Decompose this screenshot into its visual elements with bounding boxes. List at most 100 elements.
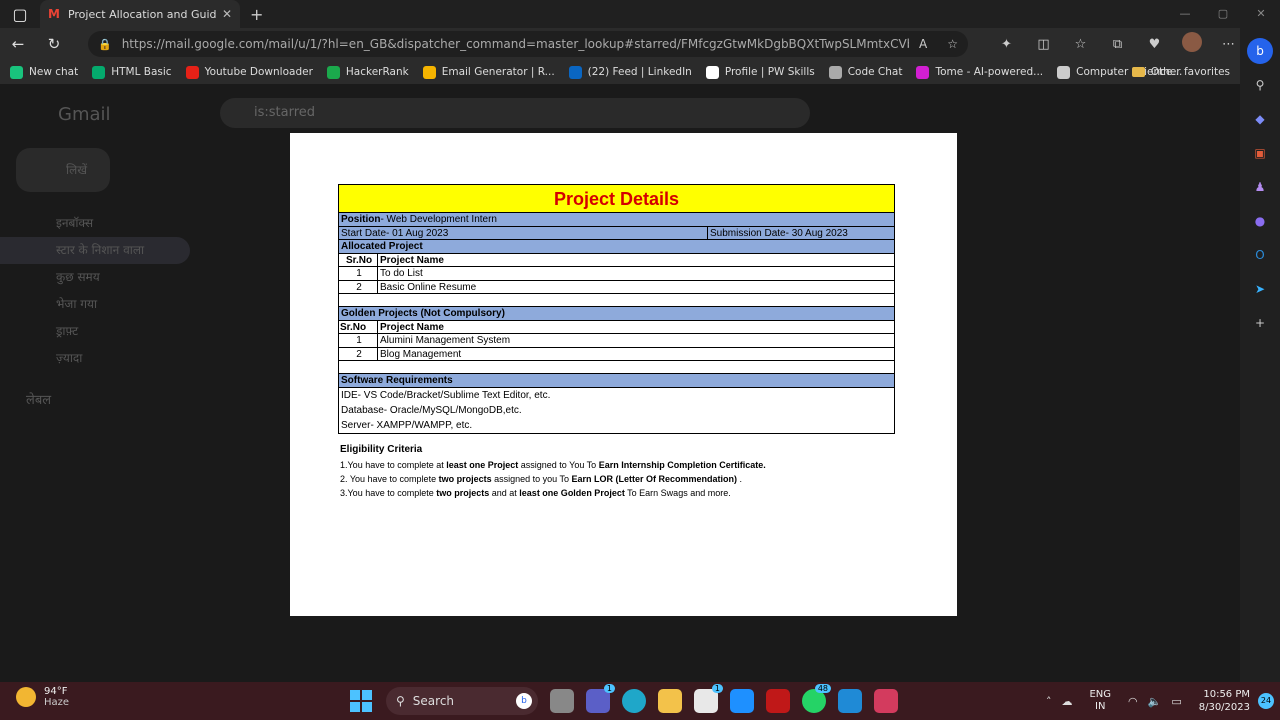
collections-icon[interactable]: ⧉ (1099, 37, 1136, 52)
bing-chat-icon[interactable]: b (1247, 38, 1273, 64)
weather-temp: 94°F (44, 686, 68, 697)
clock[interactable]: 10:56 PM 8/30/2023 (1199, 688, 1250, 714)
favorite-link[interactable]: HTML Basic (92, 65, 172, 79)
snipping-tool-icon[interactable] (874, 689, 898, 713)
nav-snoozed[interactable]: कुछ समय (26, 264, 190, 291)
labels-heading: लेबल (26, 393, 52, 408)
microsoft365-icon[interactable]: ● (1247, 208, 1273, 234)
tab-title: Project Allocation and Guideline (67, 7, 216, 21)
vscode-icon[interactable] (838, 689, 862, 713)
tab-actions-icon[interactable]: ▢ (0, 5, 40, 24)
favorite-icon (1057, 65, 1071, 79)
shopping-icon[interactable]: ◆ (1247, 106, 1273, 132)
favorite-icon (185, 65, 199, 79)
software-heading: Software Requirements (339, 374, 894, 388)
favorite-icon (828, 65, 842, 79)
favorites-icon[interactable]: ☆ (1062, 37, 1099, 52)
favorite-link[interactable]: Email Generator | R... (422, 65, 555, 79)
taskbar-search[interactable]: ⚲ Search b (386, 687, 538, 715)
active-tab[interactable]: M Project Allocation and Guideline ✕ (40, 0, 240, 28)
search-icon: ⚲ (396, 694, 405, 708)
whatsapp-icon[interactable]: 48 (802, 684, 831, 713)
url-text: https://mail.google.com/mail/u/1/?hl=en_… (121, 37, 910, 51)
notification-badge[interactable]: 24 (1258, 693, 1274, 709)
search-icon[interactable]: ⚲ (1247, 72, 1273, 98)
heart-icon[interactable]: ♥ (1136, 37, 1173, 52)
split-screen-icon[interactable]: ◫ (1025, 37, 1062, 52)
table-row: 2 Basic Online Resume (339, 280, 894, 294)
favorite-link[interactable]: HackerRank (326, 65, 409, 79)
add-icon[interactable]: + (1247, 310, 1273, 336)
edge-sidebar: b ⚲ ◆ ▣ ♟ ● O ➤ + (1240, 28, 1280, 682)
gmail-search-input[interactable]: is:starred (220, 98, 810, 128)
chevron-up-icon[interactable]: ˄ (1046, 695, 1052, 708)
taskbar-apps: ⚲ Search b 1 1 48 (350, 684, 904, 715)
favorite-link[interactable]: New chat (10, 65, 78, 79)
mcafee-icon[interactable] (766, 689, 790, 713)
url-field[interactable]: 🔒 https://mail.google.com/mail/u/1/?hl=e… (88, 31, 968, 57)
refresh-icon[interactable]: ↻ (36, 35, 72, 53)
nav-drafts[interactable]: ड्राफ़्ट (26, 318, 190, 345)
tab-bar: ▢ M Project Allocation and Guideline ✕ +… (0, 0, 1280, 28)
profile-avatar[interactable] (1173, 32, 1210, 56)
favorite-star-icon[interactable]: ☆ (947, 37, 958, 51)
bing-icon: b (516, 693, 532, 709)
file-explorer-icon[interactable] (658, 689, 682, 713)
favorite-link[interactable]: Profile | PW Skills (705, 65, 815, 79)
task-view-icon[interactable] (550, 689, 574, 713)
table-row: 1 To do List (339, 267, 894, 281)
app-l-icon[interactable] (730, 689, 754, 713)
eligibility-item: 1.You have to complete at least one Proj… (340, 460, 766, 470)
favorite-link[interactable]: Tome - AI-powered... (916, 65, 1043, 79)
new-tab-icon[interactable]: + (250, 5, 263, 24)
project-details-sheet: Project Details Position- Web Developmen… (338, 184, 895, 434)
extension-icons: ✦ ◫ ☆ ⧉ ♥ ⋯ (988, 28, 1247, 60)
maximize-icon[interactable]: ▢ (1204, 0, 1242, 28)
favorite-link[interactable]: Code Chat (828, 65, 902, 79)
system-tray: ˄ ☁ ENG IN ◠ 🔈 ▭ 10:56 PM 8/30/2023 24 (1041, 682, 1280, 720)
close-window-icon[interactable]: ✕ (1242, 0, 1280, 28)
favorites-bar: New chat HTML Basic Youtube Downloader H… (0, 60, 1240, 84)
cloud-icon[interactable]: ☁ (1061, 695, 1072, 708)
table-row: 1 Alumini Management System (339, 334, 894, 348)
compose-button[interactable]: लिखें (16, 148, 110, 192)
software-item: Server- XAMPP/WAMPP, etc. (341, 419, 473, 431)
battery-icon[interactable]: ▭ (1171, 695, 1181, 708)
edge-icon[interactable] (622, 689, 646, 713)
games-icon[interactable]: ♟ (1247, 174, 1273, 200)
close-tab-icon[interactable]: ✕ (222, 7, 232, 21)
lock-icon: 🔒 (98, 37, 112, 51)
weather-sun-icon (16, 687, 36, 707)
send-icon[interactable]: ➤ (1247, 276, 1273, 302)
nav-more[interactable]: ज़्यादा (26, 345, 190, 372)
favorite-icon (92, 65, 106, 79)
nav-sent[interactable]: भेजा गया (26, 291, 190, 318)
favorite-link[interactable]: Youtube Downloader (185, 65, 313, 79)
favorite-icon (568, 65, 582, 79)
extensions-icon[interactable]: ✦ (988, 37, 1025, 52)
windows-start-icon[interactable] (350, 690, 372, 712)
window-controls: — ▢ ✕ (1166, 0, 1280, 28)
favorite-link[interactable]: (22) Feed | LinkedIn (568, 65, 692, 79)
weather-widget[interactable]: 94°F Haze (16, 686, 69, 708)
nav-starred[interactable]: स्टार के निशान वाला (0, 237, 190, 264)
wifi-icon[interactable]: ◠ (1128, 695, 1138, 708)
golden-heading: Golden Projects (Not Compulsory) (339, 307, 894, 321)
chevron-right-icon[interactable]: › (1110, 66, 1114, 78)
spacer-row (339, 294, 894, 307)
eligibility-item: 3.You have to complete two projects and … (340, 488, 731, 498)
other-favorites[interactable]: › Other favorites (1110, 60, 1230, 84)
language-indicator[interactable]: ENG IN (1089, 689, 1111, 713)
minimize-icon[interactable]: — (1166, 0, 1204, 28)
read-aloud-icon[interactable]: A (919, 37, 927, 51)
teams-icon[interactable]: 1 (586, 684, 615, 713)
nav-inbox[interactable]: इनबॉक्स (26, 210, 190, 237)
outlook-icon[interactable]: O (1247, 242, 1273, 268)
back-icon[interactable]: ← (0, 35, 36, 53)
store-icon[interactable]: 1 (694, 684, 723, 713)
volume-icon[interactable]: 🔈 (1148, 695, 1162, 708)
spacer-row (339, 361, 894, 374)
favorite-icon (326, 65, 340, 79)
address-bar: ← ↻ 🔒 https://mail.google.com/mail/u/1/?… (0, 28, 1280, 60)
tools-icon[interactable]: ▣ (1247, 140, 1273, 166)
